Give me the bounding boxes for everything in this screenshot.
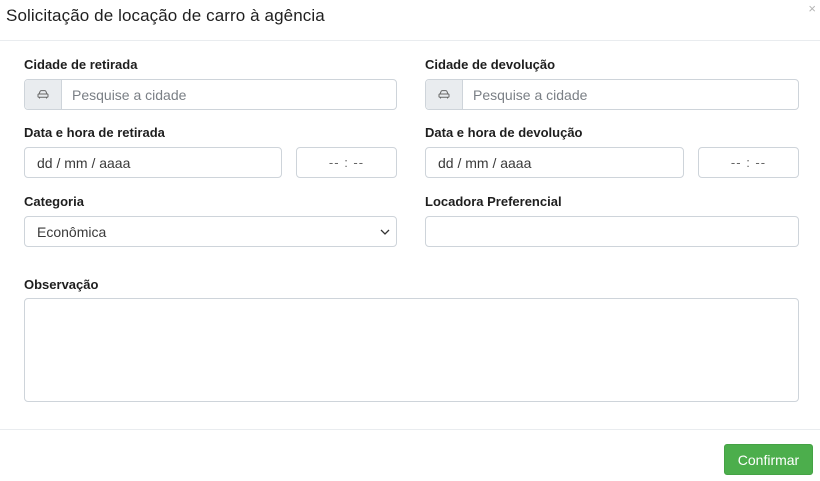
preferred-agency-input[interactable] — [425, 216, 799, 247]
category-selected-value: Econômica — [37, 223, 107, 240]
close-icon[interactable]: × — [808, 2, 816, 16]
pickup-time-input[interactable]: -- : -- — [296, 147, 397, 178]
preferred-agency-label: Locadora Preferencial — [425, 194, 562, 209]
return-date-placeholder: dd / mm / aaaa — [438, 154, 532, 171]
car-icon — [426, 80, 463, 109]
modal-title: Solicitação de locação de carro à agênci… — [6, 6, 325, 25]
return-time-placeholder: -- : -- — [730, 155, 767, 170]
return-city-input[interactable]: Pesquise a cidade — [425, 79, 799, 110]
category-label: Categoria — [24, 194, 84, 209]
pickup-city-placeholder: Pesquise a cidade — [72, 86, 187, 103]
modal-header: Solicitação de locação de carro à agênci… — [0, 0, 820, 41]
notes-label: Observação — [24, 277, 99, 292]
return-city-label: Cidade de devolução — [425, 57, 556, 72]
pickup-city-label: Cidade de retirada — [24, 57, 138, 72]
pickup-time-placeholder: -- : -- — [328, 155, 365, 170]
notes-textarea[interactable] — [24, 298, 799, 402]
pickup-date-placeholder: dd / mm / aaaa — [37, 154, 131, 171]
return-time-input[interactable]: -- : -- — [698, 147, 799, 178]
footer-divider — [0, 429, 820, 430]
pickup-city-input[interactable]: Pesquise a cidade — [24, 79, 397, 110]
car-icon — [25, 80, 62, 109]
pickup-datetime-label: Data e hora de retirada — [24, 125, 165, 140]
return-date-input[interactable]: dd / mm / aaaa — [425, 147, 684, 178]
return-city-placeholder: Pesquise a cidade — [473, 86, 588, 103]
category-select[interactable]: Econômica — [24, 216, 397, 247]
confirm-button[interactable]: Confirmar — [724, 444, 813, 475]
pickup-date-input[interactable]: dd / mm / aaaa — [24, 147, 282, 178]
return-datetime-label: Data e hora de devolução — [425, 125, 583, 140]
chevron-down-icon — [380, 217, 390, 246]
